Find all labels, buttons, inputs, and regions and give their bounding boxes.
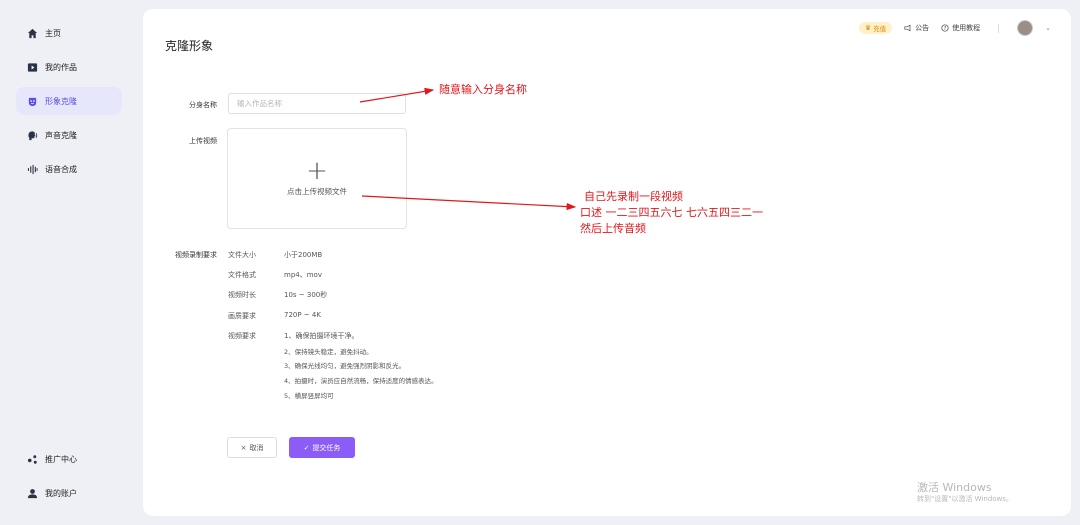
name-tip-arrow <box>359 87 435 103</box>
name-tip-annotation: 随意输入分身名称 <box>439 83 527 96</box>
upload-tip-line-3: 然后上传音频 <box>580 222 646 235</box>
upload-tip-line-2: 口述 一二三四五六七 七六五四三二一 <box>580 206 763 219</box>
upload-tip-arrow <box>361 195 577 211</box>
annotation-arrows <box>359 87 577 211</box>
upload-tip-line-1: 自己先录制一段视频 <box>584 190 683 203</box>
